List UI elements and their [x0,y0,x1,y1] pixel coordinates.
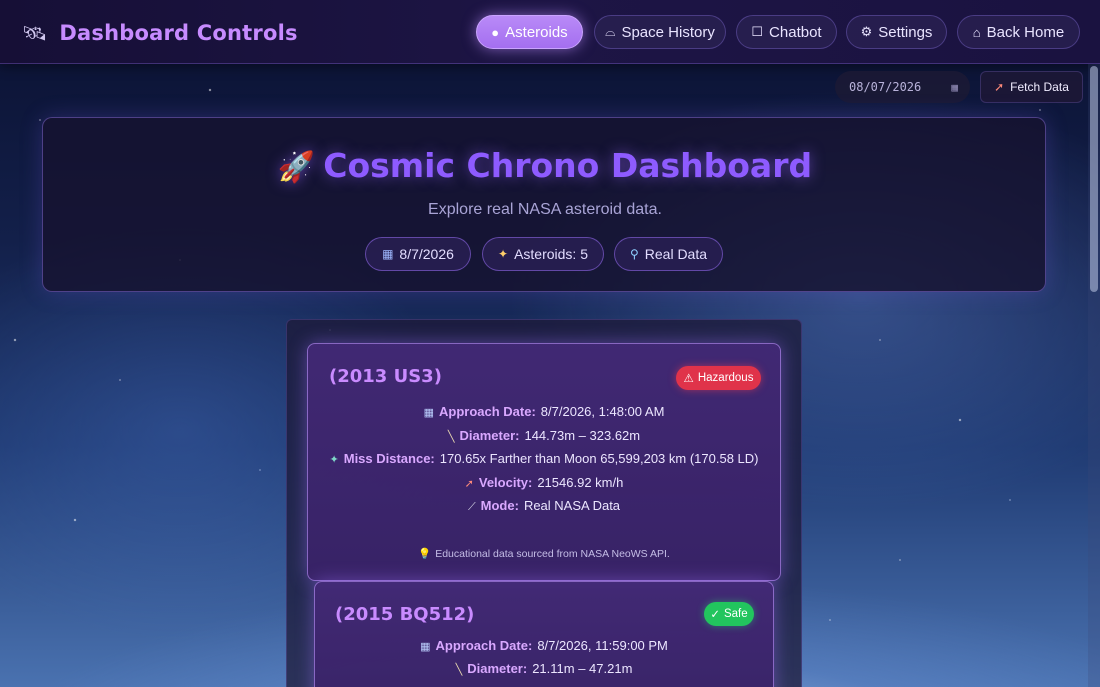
mode-value: Real NASA Data [523,498,621,513]
velocity-value: 21546.92 km/h [537,475,624,490]
date-pill-label: 8/7/2026 [399,246,454,262]
date-pill: ▦ 8/7/2026 [365,237,471,271]
approach-date-row: ▦ Approach Date: 8/7/2026, 11:59:00 PM [315,638,773,653]
rocket-icon: 🚀 [277,150,316,185]
brand-title: Dashboard Controls [59,21,298,45]
safe-badge: ✓ Safe [704,602,754,626]
rocket-icon: ➚ [464,478,474,490]
approach-date-row: ▦ Approach Date: 8/7/2026, 1:48:00 AM [308,404,780,419]
top-navbar: 🛰 Dashboard Controls ● Asteroids ⌓ Space… [0,0,1100,64]
asteroid-card[interactable]: (2013 US3) ⚠ Hazardous ▦ Approach Date: 8/… [307,343,781,581]
data-source-pill: ⚲ Real Data [614,237,723,271]
calendar-icon: ▦ [423,407,434,419]
comet-icon: ✦ [329,454,339,466]
dashboard-header-card: 🚀 Cosmic Chrono Dashboard Explore real NA… [42,117,1046,292]
nav-chatbot-button[interactable]: ☐ Chatbot [736,15,837,49]
nav-settings-button[interactable]: ⚙ Settings [846,15,947,49]
calendar-icon: ▦ [382,247,394,261]
calendar-picker-icon[interactable]: ▦ [951,81,958,94]
data-source-label: Real Data [644,246,708,262]
mode-key: Mode: [480,498,519,513]
miss-distance-value: 170.65x Farther than Moon 65,599,203 km … [439,451,759,466]
ruler-icon: ╲ [447,431,455,443]
miss-distance-key: Miss Distance: [343,451,435,466]
house-icon: ⌂ [972,24,981,40]
mode-row: ⟋ Mode: Real NASA Data [308,498,780,514]
magnifier-icon: ⚲ [629,247,639,261]
velocity-key: Velocity: [478,475,533,490]
lightbulb-icon: 💡 [418,548,432,560]
page-title: 🚀 Cosmic Chrono Dashboard [43,146,1047,185]
approach-date-key: Approach Date: [435,638,533,653]
asteroid-count-label: Asteroids: 5 [514,246,588,262]
page-subtitle: Explore real NASA asteroid data. [428,201,662,218]
date-input[interactable]: 08/07/2026 ▦ [835,71,970,103]
asteroid-name: (2015 BQ512) [335,604,475,625]
diameter-row: ╲ Diameter: 144.73m – 323.62m [308,428,780,443]
nav-back-home-label: Back Home [986,23,1065,41]
asteroid-name: (2013 US3) [329,366,442,387]
velocity-row: ➚ Velocity: 21546.92 km/h [308,475,780,490]
safe-badge-label: Safe [723,608,748,620]
diameter-key: Diameter: [459,428,520,443]
nav-space-history-button[interactable]: ⌓ Space History [594,15,726,49]
nav-space-history-label: Space History [621,23,715,41]
brand: 🛰 Dashboard Controls [22,17,298,49]
ruler-icon: ╲ [455,664,463,676]
asteroid-card[interactable]: (2015 BQ512) ✓ Safe ▦ Approach Date: 8/7/2… [314,581,774,687]
approach-date-value: 8/7/2026, 11:59:00 PM [537,638,668,653]
check-icon: ✓ [710,609,720,621]
hazardous-badge-label: Hazardous [697,372,754,384]
nav-chatbot-label: Chatbot [769,23,822,41]
nav-asteroids-button[interactable]: ● Asteroids [476,15,583,49]
telescope-icon: ⟋ [467,501,476,513]
satellite-icon: 🛰 [22,21,48,45]
nav-back-home-button[interactable]: ⌂ Back Home [957,15,1080,49]
gear-icon: ⚙ [860,24,873,39]
fetch-data-label: Fetch Data [1010,80,1069,94]
hazardous-badge: ⚠ Hazardous [676,366,761,390]
asteroid-icon: ● [491,24,500,40]
page-title-text: Cosmic Chrono Dashboard [323,146,813,185]
scrollbar-thumb[interactable] [1090,66,1098,292]
miss-distance-row: ✦ Miss Distance: 170.65x Farther than Moon… [308,451,780,466]
ufo-icon: ⌓ [605,24,616,39]
fetch-data-button[interactable]: ➚ Fetch Data [980,71,1083,103]
diameter-key: Diameter: [467,661,528,676]
nav-settings-label: Settings [878,23,933,41]
approach-date-value: 8/7/2026, 1:48:00 AM [540,404,665,419]
date-value: 08/07/2026 [849,80,922,94]
robot-icon: ☐ [751,24,764,39]
diameter-value: 21.11m – 47.21m [532,661,633,676]
asteroid-count-pill: ✦ Asteroids: 5 [482,237,604,271]
diameter-value: 144.73m – 323.62m [524,428,641,443]
comet-icon: ✦ [498,247,509,261]
nav-asteroids-label: Asteroids [505,23,568,41]
source-note: 💡 Educational data sourced from NASA NeoW… [308,547,780,560]
diameter-row: ╲ Diameter: 21.11m – 47.21m [315,661,773,676]
warning-icon: ⚠ [683,373,694,385]
source-note-text: Educational data sourced from NASA NeoWS… [435,548,670,560]
calendar-icon: ▦ [420,641,431,653]
rocket-icon: ➚ [994,80,1005,94]
approach-date-key: Approach Date: [439,404,536,419]
